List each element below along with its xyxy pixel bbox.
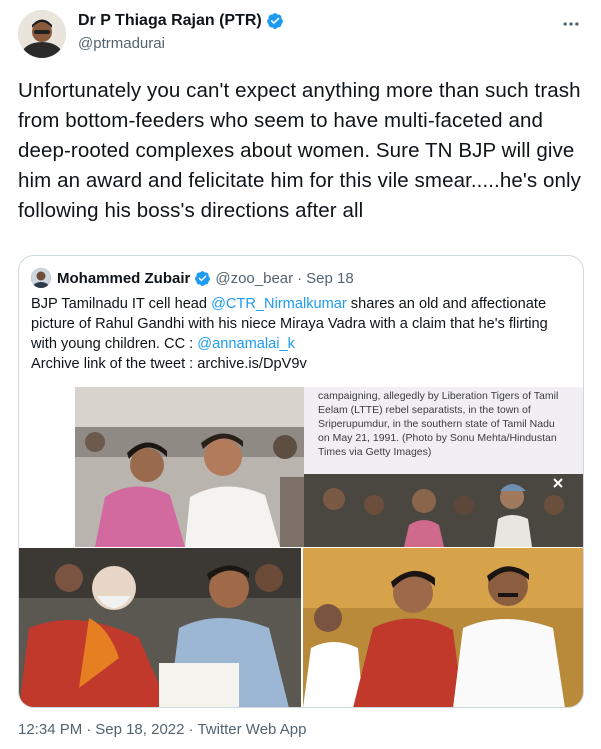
tweet-card: Dr P Thiaga Rajan (PTR) @ptrmadurai Unfo… <box>0 0 601 749</box>
photo-rahul-gandhi-niece[interactable] <box>75 387 304 547</box>
separator-dot: · <box>297 269 303 287</box>
tweet-source[interactable]: Twitter Web App <box>197 721 306 738</box>
quoted-text: BJP Tamilnadu IT cell head @CTR_Nirmalku… <box>31 294 576 374</box>
tweet-text: Unfortunately you can't expect anything … <box>18 79 582 222</box>
quoted-display-name[interactable]: Mohammed Zubair <box>57 270 190 287</box>
author-avatar[interactable] <box>18 10 66 58</box>
quoted-handle[interactable]: @zoo_bear <box>215 270 293 287</box>
photo-group-event[interactable] <box>303 548 583 707</box>
quoted-date[interactable]: Sep 18 <box>306 270 354 287</box>
tweet-meta: 12:34 PM · Sep 18, 2022 · Twitter Web App <box>18 721 306 738</box>
tweet-time[interactable]: 12:34 PM <box>18 721 82 738</box>
verified-badge-icon <box>195 270 211 286</box>
photo-modi-garland[interactable] <box>19 548 301 707</box>
quoted-author-avatar[interactable] <box>31 268 51 288</box>
archive-link-text[interactable]: Archive link of the tweet : archive.is/D… <box>31 356 307 372</box>
mention-link[interactable]: @annamalai_k <box>197 336 295 352</box>
separator-dot: · <box>86 721 92 738</box>
author-display-name[interactable]: Dr P Thiaga Rajan (PTR) <box>78 12 262 30</box>
author-handle[interactable]: @ptrmadurai <box>78 35 165 52</box>
verified-badge-icon <box>266 13 283 29</box>
quoted-text-part: BJP Tamilnadu IT cell head <box>31 296 212 312</box>
quoted-tweet[interactable]: Mohammed Zubair @zoo_bear · Sep 18 BJP T… <box>18 255 584 708</box>
photo-caption: campaigning, allegedly by Liberation Tig… <box>304 387 583 474</box>
separator-dot: · <box>188 721 194 738</box>
quoted-media-grid: campaigning, allegedly by Liberation Tig… <box>19 387 583 707</box>
tweet-date[interactable]: Sep 18, 2022 <box>95 721 184 738</box>
more-options-icon[interactable] <box>559 12 583 36</box>
mention-link[interactable]: @CTR_Nirmalkumar <box>211 296 347 312</box>
photo-getty-archive[interactable]: campaigning, allegedly by Liberation Tig… <box>304 387 583 547</box>
